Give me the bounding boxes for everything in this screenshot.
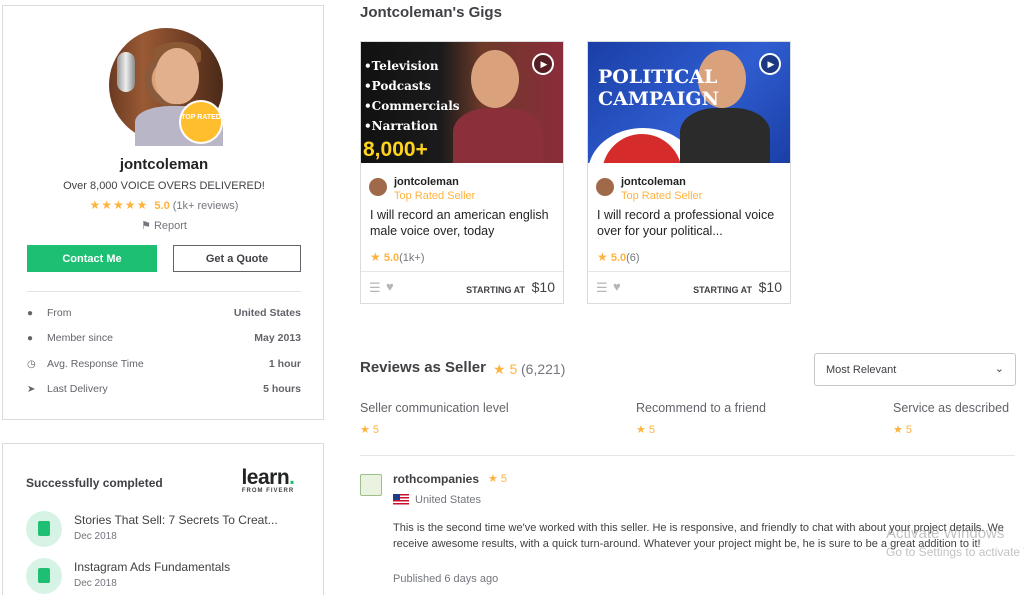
divider [360,455,1015,456]
rating-score: 5.0 [154,200,170,212]
course-name: Stories That Sell: 7 Secrets To Creat... [74,513,278,527]
seller-mini-avatar [596,178,614,196]
star-icon: ★★★★★ [89,198,149,212]
reviewer-rating: ★ 5 [488,473,508,485]
sort-value: Most Relevant [826,364,897,376]
metric-recommend: Recommend to a friend ★ 5 [636,401,766,436]
clock-icon: ◷ [27,358,36,370]
gig-footer: ☰ ♥ STARTING AT $10 [361,271,563,304]
gig-price: $10 [531,279,555,295]
reviews-title: Reviews as Seller [360,359,486,376]
seller-mini-avatar [369,178,387,196]
reviews-count: (6,221) [521,361,566,377]
metric-communication: Seller communication level ★ 5 [360,401,509,436]
stat-response-time: ◷ Avg. Response Time 1 hour [27,358,301,370]
metric-service: Service as described ★ 5 [893,401,1010,436]
reviewer-avatar[interactable] [360,474,382,496]
seller-username: jontcoleman [119,156,209,173]
stat-member-since: ● Member since May 2013 [27,332,301,344]
gig-footer: ☰ ♥ STARTING AT $10 [588,271,790,304]
menu-icon[interactable]: ☰ [369,280,381,296]
windows-activation-watermark: Activate Windows Go to Settings to activ… [886,525,1024,559]
contact-me-button[interactable]: Contact Me [27,245,157,272]
stat-last-delivery: ➤ Last Delivery 5 hours [27,383,301,395]
gigs-section-title: Jontcoleman's Gigs [360,4,502,21]
gig-rating: ★ 5.0(1k+) [370,250,425,264]
flag-icon: ⚑ [141,220,151,232]
rating-count[interactable]: (1k+ reviews) [173,200,239,212]
menu-icon[interactable]: ☰ [596,280,608,296]
gig-thumbnail[interactable]: POLITICAL CAMPAIGN ▶ [588,42,790,163]
review-published: Published 6 days ago [393,573,499,585]
course-book-icon [26,511,62,547]
chevron-down-icon: ⌄ [994,363,1004,375]
learn-card: Successfully completed learn. FROM FIVER… [2,443,324,595]
course-item[interactable]: Stories That Sell: 7 Secrets To Creat...… [26,511,306,549]
gig-rating: ★ 5.0(6) [597,250,640,264]
gig-card[interactable]: POLITICAL CAMPAIGN ▶ jontcoleman Top Rat… [587,41,791,304]
starting-at-label: STARTING AT [693,285,752,295]
starting-at-label: STARTING AT [466,285,525,295]
play-icon[interactable]: ▶ [759,53,781,75]
course-date: Dec 2018 [74,531,117,542]
review-sort-dropdown[interactable]: Most Relevant ⌄ [814,353,1016,386]
gig-title[interactable]: I will record a professional voice over … [597,207,783,239]
seller-rating: ★★★★★ 5.0 (1k+ reviews) [3,198,325,212]
star-icon: ★ [597,250,608,264]
reviewer-country: United States [415,494,482,506]
top-rated-badge: TOP RATED [181,102,221,142]
gig-thumbnail-text: •Television •Podcasts •Commercials •Narr… [364,59,460,133]
course-name: Instagram Ads Fundamentals [74,560,231,574]
gig-card[interactable]: •Television •Podcasts •Commercials •Narr… [360,41,564,304]
course-ad-icon [26,558,62,594]
reviewer-name[interactable]: rothcompanies [393,472,479,486]
gig-thumbnail[interactable]: •Television •Podcasts •Commercials •Narr… [361,42,563,163]
reviews-score: ★ 5 [493,361,518,377]
report-link[interactable]: ⚑ Report [3,219,325,232]
gig-price: $10 [758,279,782,295]
learn-title: Successfully completed [26,476,163,490]
heart-icon[interactable]: ♥ [386,279,394,294]
user-icon: ● [27,332,34,344]
get-a-quote-button[interactable]: Get a Quote [173,245,301,272]
location-pin-icon: ● [27,307,34,319]
heart-icon[interactable]: ♥ [613,279,621,294]
report-label: Report [153,220,187,232]
seller-profile-card: TOP RATED jontcoleman Over 8,000 VOICE O… [2,5,324,420]
stat-from: ● From United States [27,307,301,319]
seller-tagline: Over 8,000 VOICE OVERS DELIVERED! [63,180,265,192]
play-icon[interactable]: ▶ [532,53,554,75]
gig-thumbnail-headline: 8,000+ [363,138,428,161]
gig-thumbnail-headline: POLITICAL CAMPAIGN [598,66,720,110]
star-icon: ★ [370,250,381,264]
divider [27,291,301,292]
learn-logo: learn. FROM FIVERR [241,466,295,494]
course-date: Dec 2018 [74,578,117,589]
microphone-icon [117,52,135,92]
gig-title[interactable]: I will record an american english male v… [370,207,556,239]
seller-avatar[interactable]: TOP RATED [109,28,223,146]
us-flag-icon [393,494,409,505]
paper-plane-icon: ➤ [27,383,36,395]
course-item[interactable]: Instagram Ads Fundamentals Dec 2018 [26,558,306,595]
